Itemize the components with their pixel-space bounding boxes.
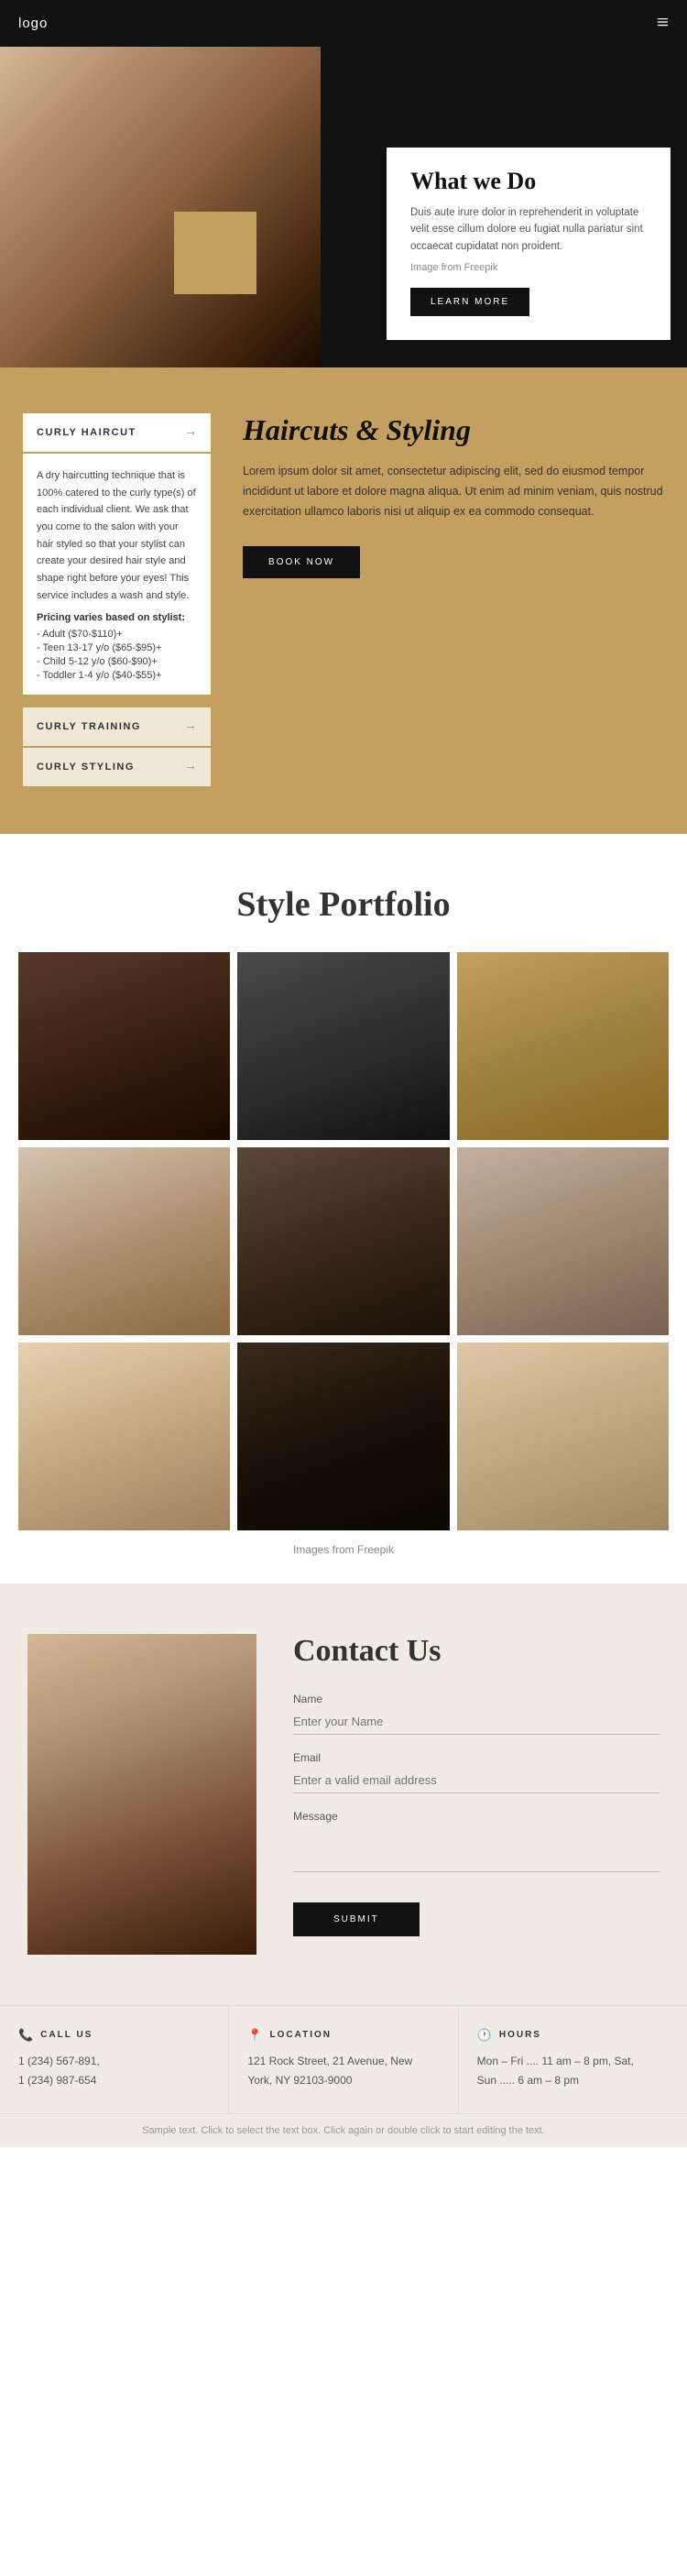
book-now-button[interactable]: BOOK NOW [243, 546, 360, 578]
navbar: logo ≡ [0, 0, 687, 47]
tab-arrow-training: → [184, 719, 197, 734]
tab-arrow-haircut: → [184, 425, 197, 440]
services-tabs: CURLY HAIRCUT → A dry haircutting techni… [23, 413, 211, 788]
tab-label-styling: CURLY STYLING [37, 762, 135, 773]
pricing-title: Pricing varies based on stylist: [37, 612, 197, 623]
bottom-bar: Sample text. Click to select the text bo… [0, 2113, 687, 2147]
hero-title: What we Do [410, 168, 647, 195]
tab-label-haircut: CURLY HAIRCUT [37, 427, 136, 438]
tab-arrow-styling: → [184, 760, 197, 774]
contact-title: Contact Us [293, 1634, 660, 1669]
tab-label-training: CURLY TRAINING [37, 721, 141, 732]
tab-curly-styling[interactable]: CURLY STYLING → [23, 748, 211, 786]
price-item-2: - Teen 13-17 y/o ($65-$95)+ [37, 642, 197, 653]
footer-hours: 🕐 HOURS Mon – Fri .... 11 am – 8 pm, Sat… [459, 2006, 687, 2113]
services-description: Lorem ipsum dolor sit amet, consectetur … [243, 462, 664, 522]
email-input[interactable] [293, 1768, 660, 1793]
portfolio-item-2 [237, 952, 449, 1140]
hero-description: Duis aute irure dolor in reprehenderit i… [410, 204, 647, 255]
phone-icon: 📞 [18, 2028, 35, 2043]
portfolio-item-5 [237, 1147, 449, 1335]
service-detail-text: A dry haircutting technique that is 100%… [37, 467, 197, 605]
location-icon: 📍 [247, 2028, 264, 2043]
contact-section: Contact Us Name Email Message SUBMIT [0, 1584, 687, 2005]
bottom-text: Sample text. Click to select the text bo… [142, 2125, 545, 2136]
footer-info: 📞 CALL US 1 (234) 567-891, 1 (234) 987-6… [0, 2005, 687, 2113]
footer-hours-2: Sun ..... 6 am – 8 pm [477, 2071, 669, 2091]
portfolio-item-1 [18, 952, 230, 1140]
learn-more-button[interactable]: LEARN MORE [410, 288, 529, 316]
services-title: Haircuts & Styling [243, 413, 664, 447]
contact-form-container: Contact Us Name Email Message SUBMIT [293, 1634, 660, 1936]
hero-image [0, 47, 321, 367]
footer-phone-1: 1 (234) 567-891, [18, 2052, 210, 2072]
menu-icon[interactable]: ≡ [656, 11, 669, 36]
hero-accent [174, 212, 256, 294]
portfolio-section: Style Portfolio Images from Freepik [0, 834, 687, 1584]
portfolio-title: Style Portfolio [18, 884, 669, 925]
service-detail-panel: A dry haircutting technique that is 100%… [23, 454, 211, 695]
footer-location: 📍 LOCATION 121 Rock Street, 21 Avenue, N… [229, 2006, 458, 2113]
price-item-4: - Toddler 1-4 y/o ($40-$55)+ [37, 670, 197, 681]
name-label: Name [293, 1693, 660, 1705]
message-label: Message [293, 1810, 660, 1823]
price-item-1: - Adult ($70-$110)+ [37, 629, 197, 640]
portfolio-image-credit: Images from Freepik [18, 1543, 669, 1556]
footer-hours-title: 🕐 HOURS [477, 2028, 669, 2043]
footer-call-title: 📞 CALL US [18, 2028, 210, 2043]
submit-button[interactable]: SUBMIT [293, 1902, 420, 1936]
hero-image-credit: Image from Freepik [410, 262, 647, 273]
footer-address-1: 121 Rock Street, 21 Avenue, New [247, 2052, 439, 2072]
portfolio-item-7 [18, 1343, 230, 1530]
portfolio-item-9 [457, 1343, 669, 1530]
contact-photo [27, 1634, 256, 1955]
portfolio-grid [18, 952, 669, 1530]
footer-phone-2: 1 (234) 987-654 [18, 2071, 210, 2091]
portfolio-item-4 [18, 1147, 230, 1335]
price-item-3: - Child 5-12 y/o ($60-$90)+ [37, 656, 197, 667]
portfolio-item-6 [457, 1147, 669, 1335]
services-content: Haircuts & Styling Lorem ipsum dolor sit… [243, 413, 664, 788]
services-section: CURLY HAIRCUT → A dry haircutting techni… [0, 367, 687, 834]
nav-logo: logo [18, 16, 48, 31]
footer-address-2: York, NY 92103-9000 [247, 2071, 439, 2091]
footer-hours-1: Mon – Fri .... 11 am – 8 pm, Sat, [477, 2052, 669, 2072]
portfolio-item-8 [237, 1343, 449, 1530]
hero-section: What we Do Duis aute irure dolor in repr… [0, 47, 687, 367]
portfolio-item-3 [457, 952, 669, 1140]
tab-curly-training[interactable]: CURLY TRAINING → [23, 707, 211, 746]
footer-call-us: 📞 CALL US 1 (234) 567-891, 1 (234) 987-6… [0, 2006, 229, 2113]
name-input[interactable] [293, 1709, 660, 1735]
clock-icon: 🕐 [477, 2028, 494, 2043]
email-label: Email [293, 1751, 660, 1764]
footer-location-title: 📍 LOCATION [247, 2028, 439, 2043]
tab-curly-haircut[interactable]: CURLY HAIRCUT → [23, 413, 211, 452]
hero-content-box: What we Do Duis aute irure dolor in repr… [387, 148, 671, 340]
message-input[interactable] [293, 1826, 660, 1872]
